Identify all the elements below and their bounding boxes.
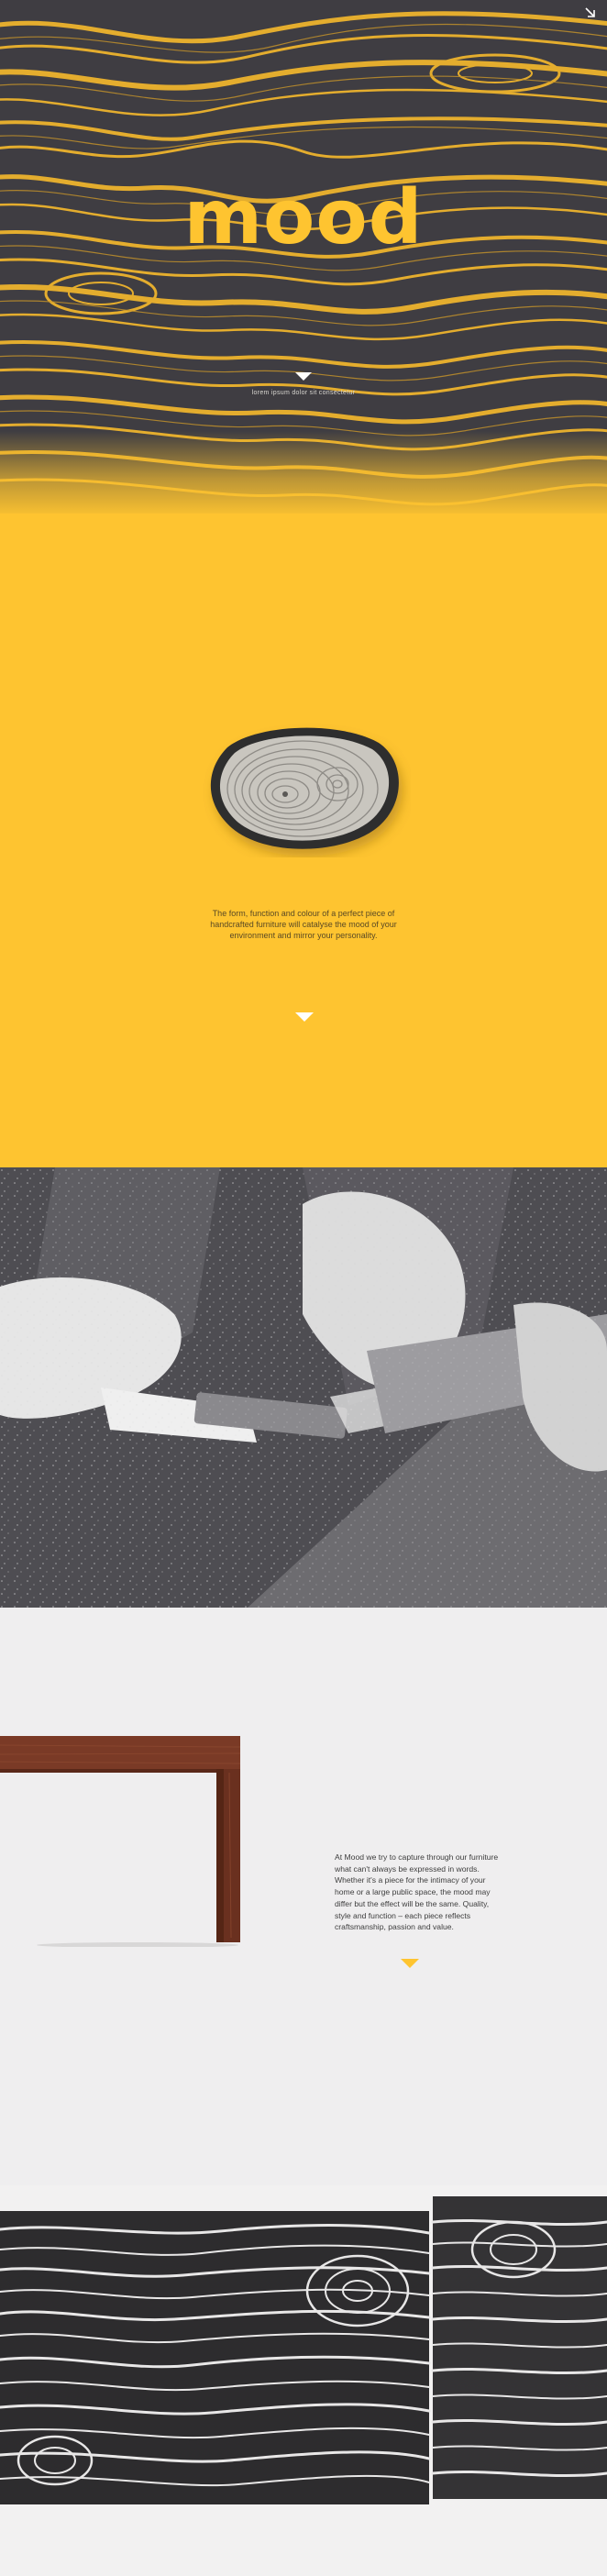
bench-section: At Mood we try to capture through our fu… (0, 1608, 607, 2185)
wood-slice-image (210, 727, 399, 849)
scroll-down-icon[interactable] (295, 1012, 314, 1022)
arrow-icon[interactable] (583, 6, 598, 20)
wood-grain-print-image (0, 2185, 607, 2576)
hero-fade (0, 431, 607, 514)
intro-section: The form, function and colour of a perfe… (0, 514, 607, 1167)
intro-text: The form, function and colour of a perfe… (210, 909, 397, 940)
logo[interactable]: mood (0, 174, 607, 261)
page: mood lorem ipsum dolor sit consectetur T… (0, 0, 607, 2576)
woodworking-hands-image (0, 1167, 607, 1608)
hero-section: mood lorem ipsum dolor sit consectetur (0, 0, 607, 514)
logo-text: mood (183, 174, 424, 261)
craftsman-photo (0, 1167, 607, 1608)
wooden-bench-image (0, 1736, 241, 1947)
scroll-down-icon[interactable] (295, 372, 312, 381)
hero-subtitle: lorem ipsum dolor sit consectetur (251, 390, 356, 396)
wood-grain-print (0, 2185, 607, 2576)
story-text: At Mood we try to capture through our fu… (335, 1852, 499, 1932)
scroll-down-icon[interactable] (401, 1959, 419, 1968)
